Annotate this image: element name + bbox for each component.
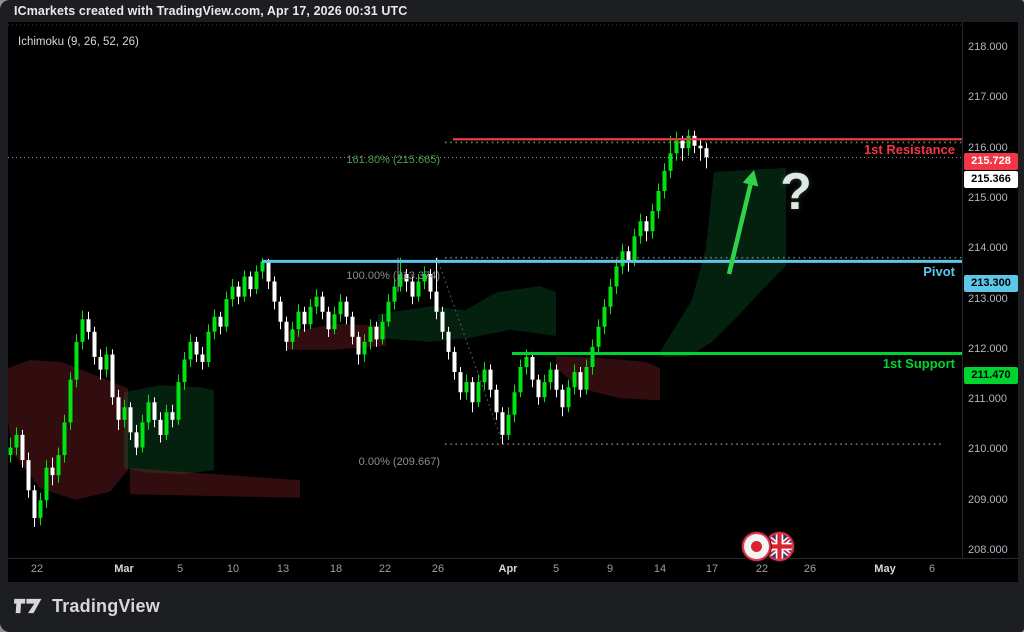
time-tick-label: 22 xyxy=(365,563,405,576)
tradingview-brand-text: TradingView xyxy=(52,596,160,617)
time-tick-label: Apr xyxy=(488,563,528,576)
time-tick-label: 13 xyxy=(263,563,303,576)
price-tick-label: 209.000 xyxy=(968,494,1016,506)
time-tick-label: 17 xyxy=(692,563,732,576)
time-tick-label: 22 xyxy=(742,563,782,576)
time-tick-label: 5 xyxy=(536,563,576,576)
candlestick-chart[interactable] xyxy=(8,22,1018,582)
price-tick-label: 214.000 xyxy=(968,242,1016,254)
price-tick-label: 216.000 xyxy=(968,142,1016,154)
indicator-label: Ichimoku (9, 26, 52, 26) xyxy=(18,36,139,48)
title-bar: ICmarkets created with TradingView.com, … xyxy=(0,0,1024,22)
price-tick-label: 213.000 xyxy=(968,293,1016,305)
time-tick-label: 18 xyxy=(316,563,356,576)
ichimoku-cloud-bullish xyxy=(124,385,214,474)
pivot-label: Pivot xyxy=(735,264,955,279)
price-tick-label: 210.000 xyxy=(968,443,1016,455)
resistance-label: 1st Resistance xyxy=(735,142,955,157)
price-badge: 215.728 xyxy=(964,153,1018,170)
fib-level-161-label: 161.80% (215.665) xyxy=(230,154,440,167)
time-tick-label: 6 xyxy=(912,563,952,576)
price-tick-label: 211.000 xyxy=(968,393,1016,405)
price-badge: 211.470 xyxy=(964,367,1018,384)
price-badge: 213.300 xyxy=(964,275,1018,292)
tradingview-logo-icon xyxy=(13,593,43,619)
uk-flag-icon xyxy=(767,534,792,559)
chart-pane[interactable]: Ichimoku (9, 26, 52, 26) 161.80% (215.66… xyxy=(8,22,1018,582)
ichimoku-cloud-bearish xyxy=(130,468,300,498)
japan-flag-icon xyxy=(744,534,769,559)
time-tick-label: May xyxy=(865,563,905,576)
japan-flag-dot xyxy=(751,541,762,552)
time-tick-label: 26 xyxy=(790,563,830,576)
time-tick-label: 14 xyxy=(640,563,680,576)
fib-level-0-label: 0.00% (209.667) xyxy=(230,456,440,469)
ichimoku-cloud-bearish xyxy=(556,356,660,400)
ichimoku-cloud-bearish xyxy=(8,360,128,500)
price-tick-label: 208.000 xyxy=(968,544,1016,556)
price-tick-label: 217.000 xyxy=(968,91,1016,103)
time-tick-label: Mar xyxy=(104,563,144,576)
support-label: 1st Support xyxy=(735,356,955,371)
tradingview-chart-window: ICmarkets created with TradingView.com, … xyxy=(0,0,1024,632)
time-tick-label: 10 xyxy=(213,563,253,576)
footer-bar: TradingView xyxy=(0,585,1024,632)
question-mark-annotation: ? xyxy=(766,162,826,222)
price-tick-label: 215.000 xyxy=(968,192,1016,204)
tradingview-logo[interactable]: TradingView xyxy=(13,593,160,619)
price-badge: 215.366 xyxy=(964,171,1018,188)
time-tick-label: 26 xyxy=(418,563,458,576)
chart-title: ICmarkets created with TradingView.com, … xyxy=(14,4,407,18)
ichimoku-cloud-bullish xyxy=(378,286,556,342)
time-tick-label: 5 xyxy=(160,563,200,576)
time-tick-label: 9 xyxy=(590,563,630,576)
fib-level-100-label: 100.00% (213.374) xyxy=(230,270,440,283)
time-axis-separator xyxy=(8,558,1018,559)
price-axis-separator xyxy=(962,22,963,558)
uk-flag-graphic xyxy=(767,534,792,559)
price-tick-label: 218.000 xyxy=(968,41,1016,53)
time-tick-label: 22 xyxy=(17,563,57,576)
price-tick-label: 212.000 xyxy=(968,343,1016,355)
